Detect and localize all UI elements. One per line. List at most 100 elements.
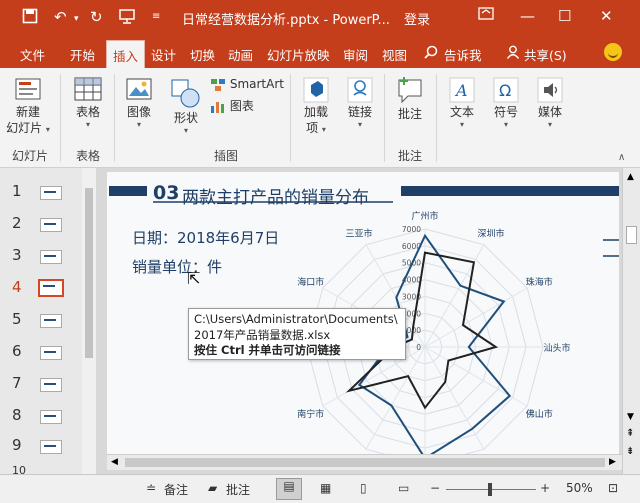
thumbnails-scrollbar[interactable]: [82, 168, 96, 474]
smartart-button[interactable]: SmartArt: [210, 76, 286, 92]
slide-thumbnail[interactable]: [40, 186, 62, 200]
ribbon-separator: [114, 74, 115, 162]
user-icon[interactable]: [506, 45, 520, 62]
addins-button[interactable]: 加载 项 ▾: [296, 76, 336, 138]
smiley-feedback-icon[interactable]: [604, 43, 622, 61]
slide-thumbnail-active[interactable]: [38, 279, 64, 297]
section-number: 03: [153, 182, 179, 204]
thumbnails-scrollbar-thumb[interactable]: [85, 188, 93, 358]
customize-toolbar-icon[interactable]: ≡: [152, 11, 160, 22]
tab-insert[interactable]: 插入: [106, 40, 145, 68]
link-select-cursor-icon: ⇱: [187, 269, 200, 288]
ribbon-display-options-icon[interactable]: [478, 7, 494, 25]
scroll-right-icon[interactable]: ▶: [609, 457, 616, 467]
slide-thumbnail[interactable]: [40, 218, 62, 232]
document-title: 日常经营数据分析.pptx - PowerP...: [182, 9, 390, 28]
tab-file[interactable]: 文件: [20, 45, 45, 64]
chart-icon: [210, 100, 226, 114]
shape-icon: [170, 76, 202, 110]
login-link[interactable]: 登录: [404, 9, 430, 28]
maximize-icon[interactable]: ☐: [558, 7, 571, 25]
tab-slideshow[interactable]: 幻灯片放映: [267, 45, 330, 64]
slide-thumbnail[interactable]: [40, 250, 62, 264]
text-button[interactable]: A 文本 ▾: [442, 76, 482, 129]
slide-sorter-icon[interactable]: ▦: [320, 481, 331, 495]
tab-animations[interactable]: 动画: [228, 45, 253, 64]
undo-dropdown-icon[interactable]: ▾: [74, 14, 79, 24]
tab-design[interactable]: 设计: [151, 45, 176, 64]
radar-tick-label: 0: [416, 343, 421, 352]
search-icon[interactable]: [424, 45, 438, 62]
normal-view-icon[interactable]: ▤: [276, 478, 302, 500]
scroll-up-icon[interactable]: ▲: [627, 172, 634, 182]
image-button[interactable]: 图像 ▾: [120, 76, 158, 129]
minimize-icon[interactable]: —: [520, 7, 535, 25]
chart-button[interactable]: 图表: [210, 98, 270, 114]
chart-label: 图表: [230, 99, 254, 113]
slideshow-from-start-icon[interactable]: [118, 8, 136, 28]
new-slide-label-2: 幻灯片 ▾: [6, 120, 50, 138]
smartart-label: SmartArt: [230, 77, 284, 91]
slide-thumbnail[interactable]: [40, 410, 62, 424]
symbol-button[interactable]: Ω 符号 ▾: [486, 76, 526, 129]
zoom-in-icon[interactable]: +: [540, 481, 550, 495]
tab-view[interactable]: 视图: [382, 45, 407, 64]
svg-text:A: A: [454, 81, 468, 100]
horizontal-scrollbar-thumb[interactable]: [125, 458, 605, 467]
editor-scrollbar-thumb[interactable]: [626, 226, 637, 244]
link-button[interactable]: 链接 ▾: [340, 76, 380, 129]
shape-dropdown-icon: ▾: [166, 126, 206, 135]
shape-button[interactable]: 形状 ▾: [166, 76, 206, 135]
slide-number: 2: [12, 214, 22, 232]
comments-button[interactable]: 批注: [226, 481, 250, 498]
svg-text:Ω: Ω: [499, 81, 511, 100]
save-icon[interactable]: [22, 8, 38, 28]
zoom-level[interactable]: 50%: [566, 481, 593, 495]
collapse-ribbon-icon[interactable]: ∧: [618, 152, 625, 163]
radar-city-label: 海口市: [297, 276, 324, 288]
slide-number: 5: [12, 310, 22, 328]
tab-review[interactable]: 审阅: [343, 45, 368, 64]
scroll-left-icon[interactable]: ◀: [111, 457, 118, 467]
scroll-down-icon[interactable]: ▼: [627, 412, 634, 422]
slide-thumbnail[interactable]: [40, 346, 62, 360]
smartart-icon: [210, 78, 226, 92]
close-icon[interactable]: ✕: [600, 7, 613, 25]
tell-me-box[interactable]: 告诉我: [444, 45, 482, 64]
fit-to-window-icon[interactable]: ⊡: [608, 481, 618, 495]
media-button[interactable]: 媒体 ▾: [530, 76, 570, 129]
tab-transitions[interactable]: 切换: [190, 45, 215, 64]
slide-thumbnail[interactable]: [40, 314, 62, 328]
text-label: 文本: [442, 104, 482, 120]
reading-view-icon[interactable]: ▯: [360, 481, 367, 495]
share-button[interactable]: 共享(S): [524, 45, 567, 64]
editor-horizontal-scrollbar[interactable]: ◀ ▶: [107, 454, 622, 470]
symbol-dropdown-icon: ▾: [486, 120, 526, 129]
next-slide-icon[interactable]: ⇟: [626, 446, 634, 457]
table-button[interactable]: 表格 ▾: [66, 76, 110, 129]
slide-thumbnail[interactable]: [40, 378, 62, 392]
ribbon-separator: [60, 74, 61, 162]
tab-home[interactable]: 开始: [70, 45, 95, 64]
previous-slide-icon[interactable]: ⇞: [626, 428, 634, 439]
text-icon: A: [447, 76, 477, 104]
speaker-icon: [535, 76, 565, 104]
editor-vertical-scrollbar[interactable]: ▲ ▼ ⇞ ⇟: [622, 168, 640, 474]
undo-icon[interactable]: ↶: [54, 8, 67, 26]
slide-thumbnail[interactable]: [40, 440, 62, 454]
notes-button[interactable]: 备注: [164, 481, 188, 498]
comments-icon[interactable]: ▰: [208, 481, 217, 495]
radar-city-label: 汕头市: [543, 342, 570, 354]
radar-city-label: 深圳市: [477, 228, 504, 240]
comment-button[interactable]: 批注: [390, 74, 430, 122]
zoom-out-icon[interactable]: −: [430, 481, 440, 495]
ribbon-separator: [290, 74, 291, 162]
new-slide-button[interactable]: 新建 幻灯片 ▾: [6, 74, 50, 138]
slideshow-view-icon[interactable]: ▭: [398, 481, 409, 495]
zoom-slider-thumb[interactable]: [488, 483, 492, 496]
redo-icon[interactable]: ↻: [90, 8, 103, 26]
ribbon-tabs: 文件 开始 插入 设计 切换 动画 幻灯片放映 审阅 视图 告诉我 共享(S): [0, 36, 640, 68]
notes-icon[interactable]: ≐: [146, 481, 156, 495]
image-label: 图像: [120, 104, 158, 120]
group-label-comments: 批注: [398, 147, 422, 164]
